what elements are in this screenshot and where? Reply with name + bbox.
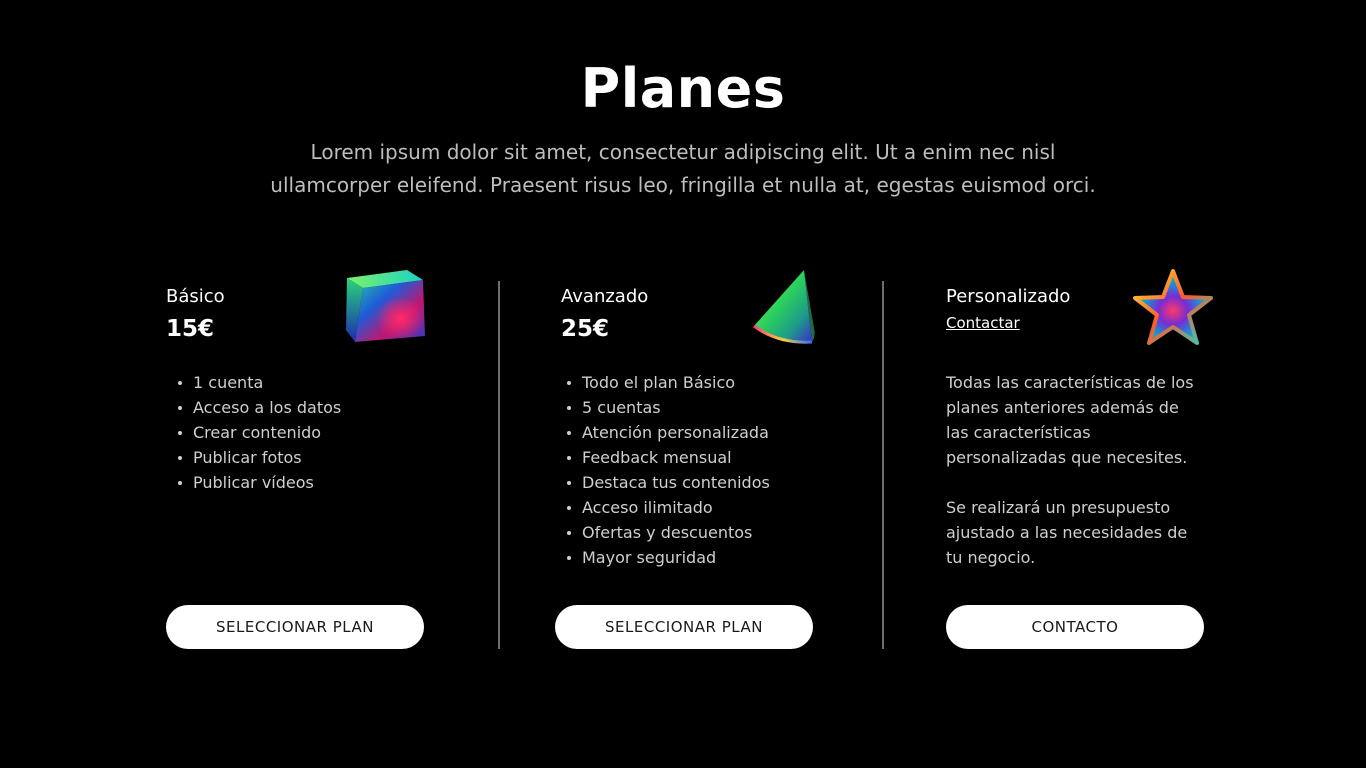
pricing-page: Planes Lorem ipsum dolor sit amet, conse… — [0, 0, 1366, 768]
subtitle-line-1: Lorem ipsum dolor sit amet, consectetur … — [310, 140, 1056, 164]
list-item: Mayor seguridad — [555, 545, 770, 570]
list-item: Todo el plan Básico — [555, 370, 770, 395]
plan-note: Se realizará un presupuesto ajustado a l… — [946, 498, 1188, 567]
iridescent-star-icon — [1133, 269, 1213, 345]
list-item: Publicar fotos — [166, 445, 341, 470]
list-item: 5 cuentas — [555, 395, 770, 420]
list-item: 1 cuenta — [166, 370, 341, 395]
list-item: Acceso ilimitado — [555, 495, 770, 520]
subtitle-line-2: ullamcorper eleifend. Praesent risus leo… — [270, 173, 1096, 197]
feature-list: 1 cuenta Acceso a los datos Crear conten… — [166, 370, 341, 495]
divider — [882, 281, 884, 649]
iridescent-cube-icon — [346, 270, 425, 342]
page-subtitle: Lorem ipsum dolor sit amet, consectetur … — [233, 136, 1133, 202]
list-item: Destaca tus contenidos — [555, 470, 770, 495]
list-item: Atención personalizada — [555, 420, 770, 445]
list-item: Acceso a los datos — [166, 395, 341, 420]
select-plan-button[interactable]: SELECCIONAR PLAN — [166, 605, 424, 649]
plan-name: Personalizado — [946, 286, 1071, 307]
plan-description: Todas las características de los planes … — [946, 373, 1194, 467]
select-plan-button[interactable]: SELECCIONAR PLAN — [555, 605, 813, 649]
page-title: Planes — [580, 57, 786, 120]
list-item: Ofertas y descuentos — [555, 520, 770, 545]
plan-name: Avanzado — [561, 286, 649, 307]
contact-link[interactable]: Contactar — [946, 313, 1020, 333]
divider — [498, 281, 500, 649]
feature-list: Todo el plan Básico 5 cuentas Atención p… — [555, 370, 770, 570]
plan-price: 25€ — [561, 316, 610, 342]
plan-name: Básico — [166, 286, 225, 307]
iridescent-cone-icon — [753, 270, 815, 344]
list-item: Publicar vídeos — [166, 470, 341, 495]
plan-price: 15€ — [166, 316, 215, 342]
list-item: Crear contenido — [166, 420, 341, 445]
list-item: Feedback mensual — [555, 445, 770, 470]
contact-button[interactable]: CONTACTO — [946, 605, 1204, 649]
